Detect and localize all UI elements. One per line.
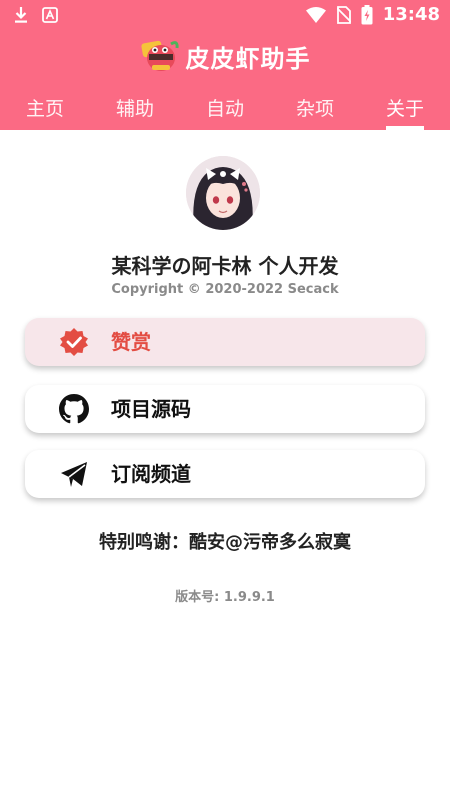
active-tab-indicator [386,126,424,130]
version-number: 版本号: 1.9.9.1 [175,590,275,605]
subscribe-channel-button[interactable]: 订阅频道 [25,450,425,498]
shrimp-mascot-icon [140,40,179,71]
tab-label: 杂项 [295,97,334,120]
subscribe-channel-button-label: 订阅频道 [111,462,191,486]
tab-label: 主页 [25,97,64,120]
status-bar: 13:48 [0,0,450,30]
tab-auto[interactable]: 自动 [180,84,270,130]
wifi-icon [305,6,326,23]
special-thanks: 特别鸣谢：酷安@污帝多么寂寞 [99,532,351,553]
copyright-text: Copyright © 2020-2022 Secack [111,282,339,297]
battery-charging-icon [361,4,373,24]
source-code-button-label: 项目源码 [111,397,191,421]
github-icon [59,394,89,424]
tab-label: 自动 [205,97,244,120]
status-time: 13:48 [382,4,440,25]
tab-misc[interactable]: 杂项 [270,84,360,130]
app-title: 皮皮虾助手 [185,44,311,73]
source-code-button[interactable]: 项目源码 [25,385,425,433]
developer-avatar [186,156,260,230]
app-header: 13:48 皮皮虾助手 主页 辅助 自动 杂项 关于 [0,0,450,130]
tab-label: 辅助 [115,97,154,120]
no-sim-icon [336,5,351,24]
tab-home[interactable]: 主页 [0,84,90,130]
reward-button-label: 赞赏 [111,330,151,354]
reward-button[interactable]: 赞赏 [25,318,425,366]
download-icon [15,7,27,23]
telegram-send-icon [61,462,87,487]
developer-credit: 某科学の阿卡林 个人开发 [111,254,339,278]
tab-label: 关于 [385,97,424,120]
tab-about[interactable]: 关于 [360,84,450,130]
tab-assist[interactable]: 辅助 [90,84,180,130]
verified-badge-icon [60,328,88,356]
tab-bar: 主页 辅助 自动 杂项 关于 [0,84,450,130]
a-box-icon [42,7,58,23]
